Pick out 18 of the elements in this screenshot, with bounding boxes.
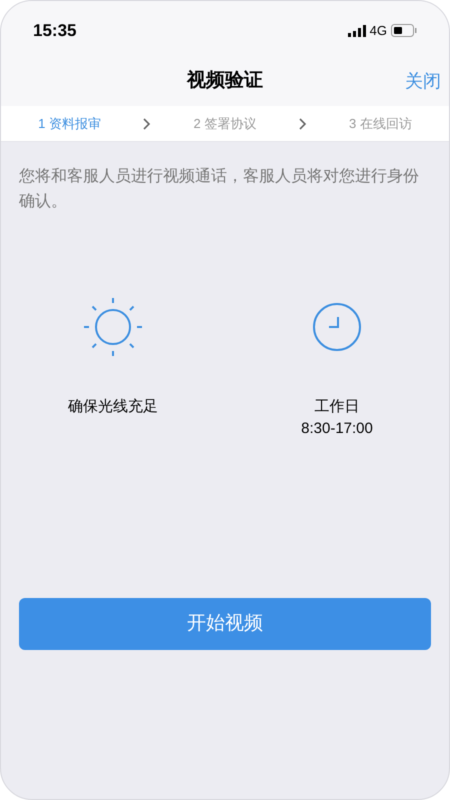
step-tab[interactable]: 2 签署协议 — [194, 114, 256, 134]
network-label: 4G — [370, 22, 387, 40]
clock-icon — [312, 302, 362, 352]
intro-text: 您将和客服人员进行视频通话，客服人员将对您进行身份确认。 — [18, 166, 420, 212]
tip-text: 8:30-17:00 — [301, 419, 373, 439]
sun-icon — [82, 296, 144, 358]
signal-icon — [348, 24, 366, 36]
status-time: 15:35 — [33, 20, 76, 42]
window-title: 视频验证 — [187, 68, 263, 93]
start-video-button[interactable]: 开始视频 — [19, 598, 431, 650]
chevron-icon — [143, 118, 152, 130]
battery-icon — [391, 24, 417, 37]
step-tab[interactable]: 1 资料报审 — [38, 114, 101, 134]
step-tab[interactable]: 3 在线回访 — [348, 114, 412, 134]
tip-text: 确保光线充足 — [68, 397, 158, 417]
chevron-icon — [298, 118, 307, 130]
close-link[interactable]: 关闭 — [405, 68, 441, 94]
tip-text: 工作日 — [314, 397, 360, 417]
